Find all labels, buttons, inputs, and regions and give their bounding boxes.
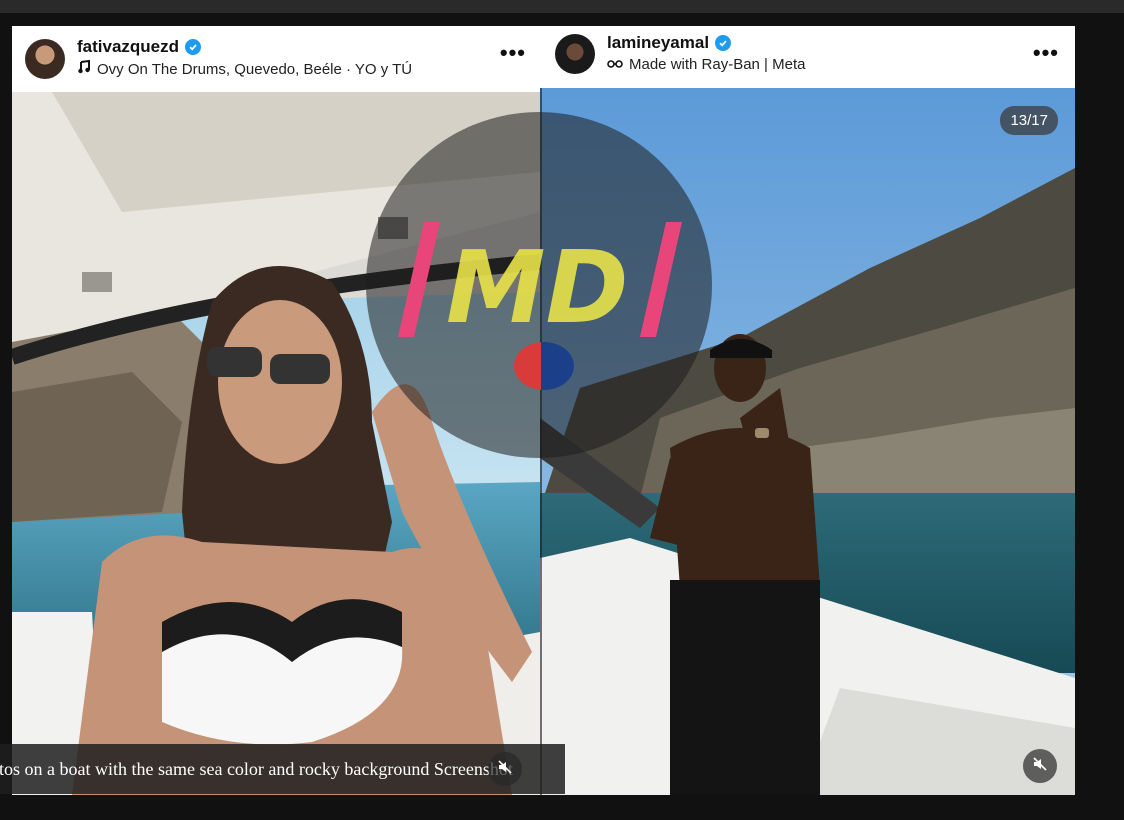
verified-badge-icon [715, 35, 732, 51]
mute-button[interactable] [1023, 749, 1057, 783]
username[interactable]: lamineyamal [607, 33, 732, 53]
post-header: lamineyamal Made with Ray-Ban | Meta ••• [540, 26, 1075, 88]
product-label: Made with Ray-Ban | Meta [629, 56, 806, 73]
mute-button-left[interactable] [488, 752, 522, 786]
post-header: fativazquezd Ovy On The Drums, Quevedo, … [12, 26, 540, 92]
screenshot-frame: fativazquezd Ovy On The Drums, Quevedo, … [12, 26, 1075, 795]
avatar[interactable] [25, 39, 65, 79]
username-text[interactable]: lamineyamal [607, 33, 709, 53]
caption-bar: otos on a boat with the same sea color a… [0, 744, 565, 794]
watermark-circle: MD [366, 112, 712, 458]
verified-badge-icon [185, 39, 202, 55]
username-text[interactable]: fativazquezd [77, 37, 179, 57]
avatar[interactable] [555, 34, 595, 74]
speaker-muted-icon [497, 759, 513, 780]
svg-text:MD: MD [446, 229, 629, 346]
music-note-icon [77, 59, 91, 78]
md-logo-icon: MD [398, 222, 682, 346]
caption-text: otos on a boat with the same sea color a… [0, 759, 513, 779]
more-options-button[interactable]: ••• [1033, 40, 1059, 66]
product-info[interactable]: Made with Ray-Ban | Meta [607, 56, 805, 73]
audio-info[interactable]: Ovy On The Drums, Quevedo, Beéle · YO y … [77, 59, 413, 78]
top-bar [0, 0, 1124, 13]
more-options-button[interactable]: ••• [500, 40, 526, 66]
speaker-muted-icon [1032, 756, 1048, 777]
us-uk-flag-icon [514, 342, 574, 390]
glasses-icon [607, 56, 623, 73]
audio-label: Ovy On The Drums, Quevedo, Beéle · YO y … [97, 60, 413, 78]
username[interactable]: fativazquezd [77, 37, 202, 57]
carousel-counter: 13/17 [1000, 106, 1058, 135]
